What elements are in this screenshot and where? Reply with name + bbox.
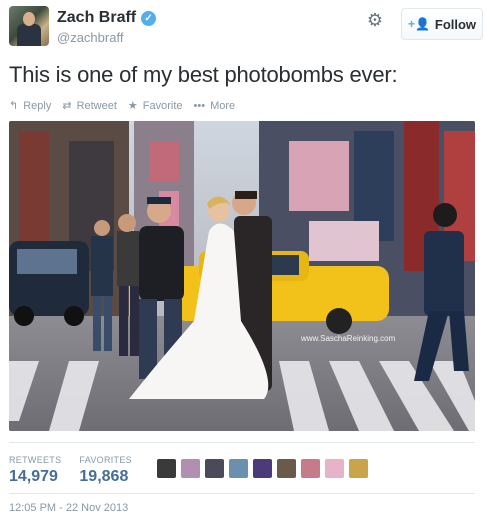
favoriters-avatars	[157, 459, 373, 478]
tweet-actions: ↰ Reply ⇄ Retweet ★ Favorite ••• More	[9, 99, 246, 113]
follow-button[interactable]: +👤 Follow	[401, 8, 483, 40]
tweet-header: Zach Braff ✓ @zachbraff ⚙ +👤 Follow	[9, 6, 483, 48]
favorite-label: Favorite	[142, 99, 183, 112]
favoriter-avatar[interactable]	[205, 459, 224, 478]
retweet-icon: ⇄	[62, 100, 72, 112]
favorites-stat[interactable]: FAVORITES 19,868	[79, 455, 132, 486]
star-icon: ★	[127, 100, 138, 112]
photo-watermark: www.SaschaReinking.com	[300, 334, 396, 343]
divider-bottom	[9, 493, 475, 494]
tweet-photo[interactable]: www.SaschaReinking.com	[9, 121, 475, 431]
retweets-stat[interactable]: RETWEETS 14,979	[9, 455, 61, 486]
more-button[interactable]: ••• More	[194, 100, 236, 112]
verified-badge-icon: ✓	[141, 10, 157, 26]
avatar-body	[17, 24, 41, 46]
retweets-label: RETWEETS	[9, 455, 62, 465]
retweet-label: Retweet	[76, 99, 117, 112]
favorites-count: 19,868	[79, 468, 129, 485]
gear-icon[interactable]: ⚙	[365, 10, 385, 30]
divider-top	[9, 442, 475, 443]
favorite-button[interactable]: ★ Favorite	[127, 99, 183, 113]
retweets-count: 14,979	[9, 468, 58, 485]
more-icon: •••	[193, 99, 206, 112]
tweet-stats: RETWEETS 14,979 FAVORITES 19,868	[9, 455, 150, 486]
wedding-photo-illustration: www.SaschaReinking.com	[9, 121, 475, 431]
favoriter-avatar[interactable]	[349, 459, 368, 478]
favoriter-avatar[interactable]	[325, 459, 344, 478]
tweet-timestamp[interactable]: 12:05 PM - 22 Nov 2013	[9, 502, 128, 514]
add-user-icon: +👤	[407, 17, 430, 31]
favoriter-avatar[interactable]	[181, 459, 200, 478]
avatar[interactable]	[9, 6, 49, 46]
more-label: More	[210, 99, 236, 112]
avatar-face	[23, 12, 35, 26]
name-row: Zach Braff ✓	[57, 9, 157, 27]
user-name[interactable]: Zach Braff	[57, 9, 136, 27]
favoriter-avatar[interactable]	[301, 459, 320, 478]
reply-label: Reply	[23, 99, 52, 112]
retweet-button[interactable]: ⇄ Retweet	[62, 99, 117, 113]
reply-button[interactable]: ↰ Reply	[9, 99, 52, 113]
favoriter-avatar[interactable]	[229, 459, 248, 478]
tweet-text: This is one of my best photobombs ever:	[9, 62, 398, 87]
user-handle[interactable]: @zachbraff	[57, 30, 123, 45]
favoriter-avatar[interactable]	[157, 459, 176, 478]
reply-icon: ↰	[9, 100, 19, 112]
favoriter-avatar[interactable]	[277, 459, 296, 478]
favoriter-avatar[interactable]	[253, 459, 272, 478]
follow-label: Follow	[434, 16, 477, 32]
favorites-label: FAVORITES	[79, 455, 132, 465]
